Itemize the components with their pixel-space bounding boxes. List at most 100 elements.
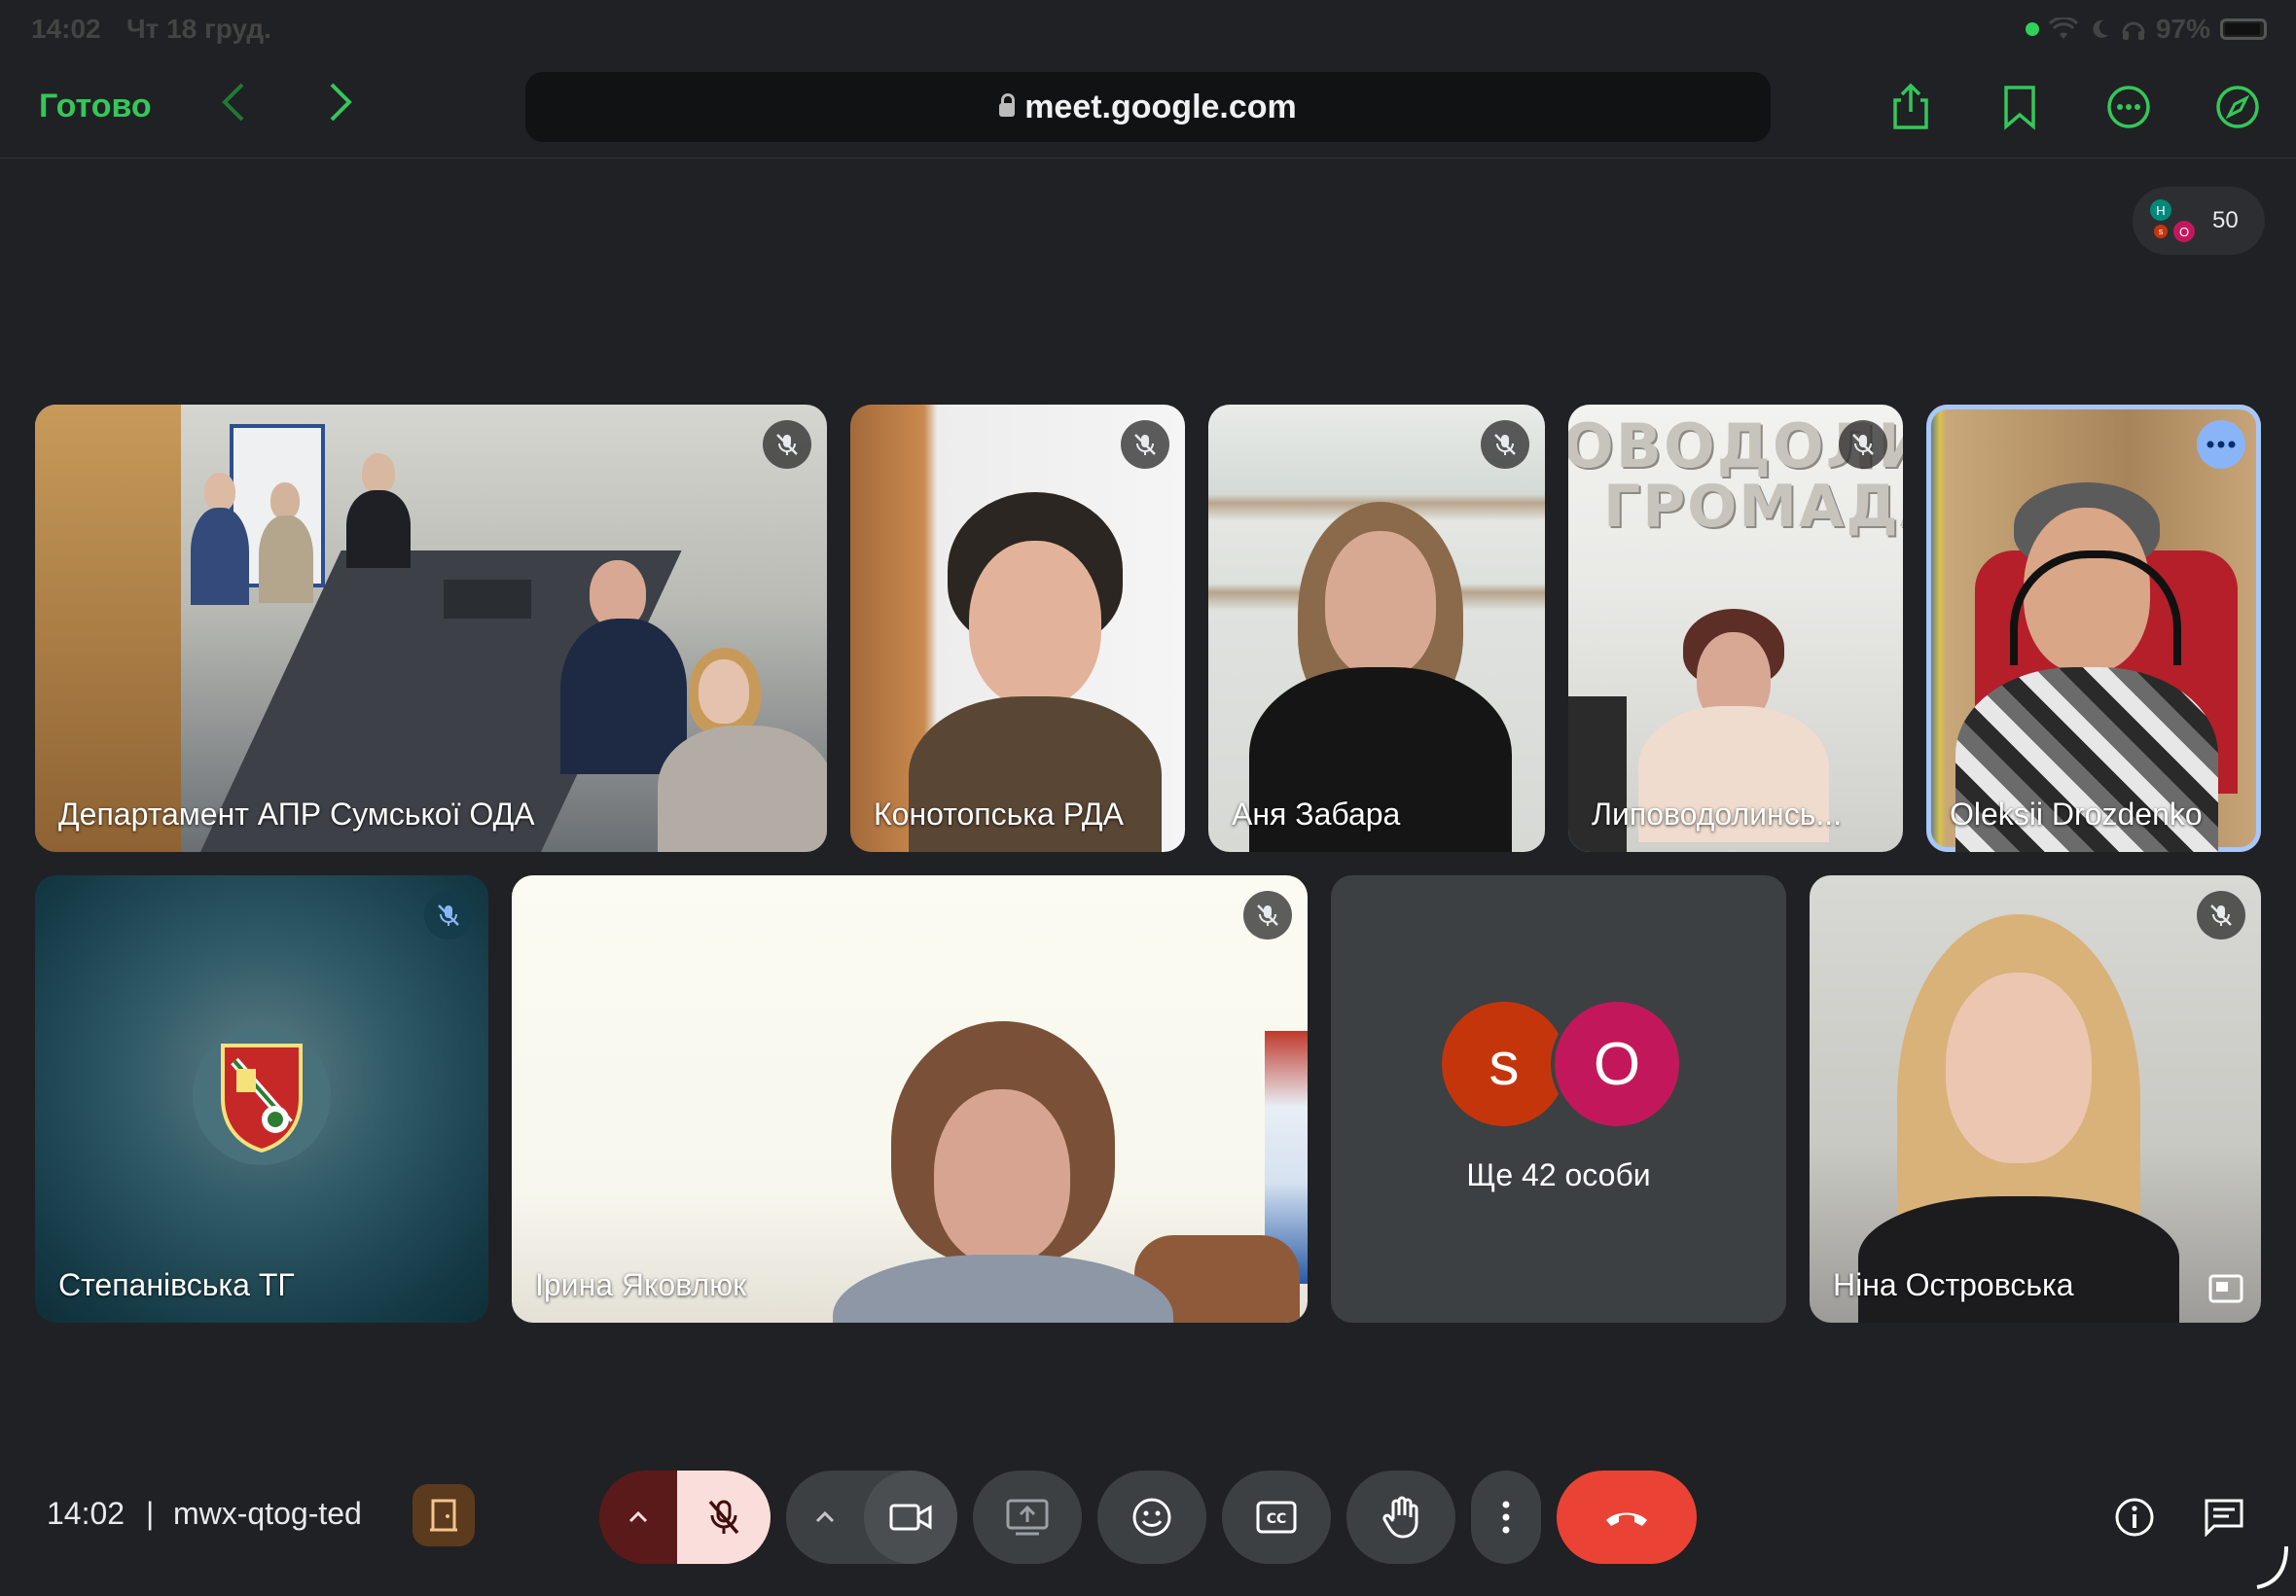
battery-icon xyxy=(2220,18,2267,40)
reactions-button[interactable] xyxy=(1097,1471,1206,1564)
meeting-time: 14:02 xyxy=(47,1496,126,1531)
chevron-up-icon xyxy=(815,1510,835,1523)
chair xyxy=(444,580,531,619)
lock-icon xyxy=(999,93,1016,117)
emoji-icon xyxy=(1132,1498,1171,1537)
mic-control-group xyxy=(599,1471,771,1564)
mic-off-icon xyxy=(2210,904,2232,926)
coat-of-arms-icon xyxy=(221,1044,303,1153)
others-count-label: Ще 42 особи xyxy=(1466,1157,1651,1192)
video-tile-konotopska[interactable]: Конотопська РДА xyxy=(850,405,1185,852)
mini-avatar: О xyxy=(2173,221,2195,242)
chat-button[interactable] xyxy=(2195,1488,2253,1546)
pip-button[interactable] xyxy=(2208,1274,2243,1303)
address-bar[interactable]: meet.google.com xyxy=(525,72,1771,142)
video-tile-oleksii-drozdenko[interactable]: Oleksii Drozdenko xyxy=(1926,405,2261,852)
corner-handle-icon xyxy=(2256,1545,2288,1589)
battery-percent: 97% xyxy=(2155,14,2210,44)
more-options-button[interactable] xyxy=(2101,80,2156,134)
video-tile-departament[interactable]: Департамент АПР Сумської ОДА xyxy=(35,405,827,852)
tile-name: Ніна Островська xyxy=(1833,1267,2074,1302)
picture-in-picture-icon xyxy=(2208,1274,2243,1303)
mic-off-badge xyxy=(763,420,811,469)
status-date: Чт 18 груд. xyxy=(126,14,271,44)
status-indicators: 97% xyxy=(2025,14,2267,45)
share-button[interactable] xyxy=(1883,80,1938,134)
status-bar: 14:02 Чт 18 груд. 97% xyxy=(0,0,2296,60)
info-icon xyxy=(2115,1498,2154,1537)
mic-off-icon xyxy=(708,1500,739,1535)
tile-name: Степанівська ТГ xyxy=(58,1267,295,1302)
present-screen-button[interactable] xyxy=(973,1471,1082,1564)
camera-options-button[interactable] xyxy=(786,1471,864,1564)
meeting-code: mwx-qtog-ted xyxy=(173,1496,362,1531)
divider: | xyxy=(146,1496,155,1531)
tile-name: Конотопська РДА xyxy=(874,797,1124,832)
mini-avatar: s xyxy=(2154,225,2168,238)
more-options-button[interactable] xyxy=(1471,1471,1541,1564)
avatar-s: s xyxy=(1442,1002,1566,1126)
mic-off-badge xyxy=(1121,420,1169,469)
meeting-details-button[interactable] xyxy=(2105,1488,2164,1546)
tile-more-button[interactable] xyxy=(2197,420,2245,469)
mic-off-icon xyxy=(438,904,459,926)
door-icon xyxy=(430,1499,457,1532)
camera-toggle-button[interactable] xyxy=(864,1471,957,1564)
headphones-icon xyxy=(2122,21,2145,40)
mic-options-button[interactable] xyxy=(599,1471,677,1564)
captions-button[interactable]: CC xyxy=(1222,1471,1331,1564)
raise-hand-button[interactable] xyxy=(1346,1471,1455,1564)
closed-captions-icon: CC xyxy=(1256,1501,1297,1534)
chevron-right-icon xyxy=(330,83,352,121)
hand-icon xyxy=(1382,1496,1418,1539)
url-text: meet.google.com xyxy=(1024,88,1297,125)
camera-control-group xyxy=(786,1471,957,1564)
leave-call-button[interactable] xyxy=(1557,1471,1697,1564)
status-time: 14:02 xyxy=(31,14,101,44)
compass-icon xyxy=(2216,86,2259,128)
mic-off-icon xyxy=(1134,434,1156,455)
bookmark-icon xyxy=(2004,86,2035,130)
forward-button[interactable] xyxy=(311,78,370,136)
breakout-button[interactable] xyxy=(413,1484,475,1546)
video-tile-anya-zabara[interactable]: Аня Забара xyxy=(1208,405,1545,852)
done-button[interactable]: Готово xyxy=(39,88,152,125)
video-tile-lypovodolynska[interactable]: ОВОДОЛИ ГРОМАДА Липоводолинсь... xyxy=(1568,405,1903,852)
wifi-icon xyxy=(2048,18,2078,39)
vertical-ellipsis-icon xyxy=(1502,1501,1510,1534)
video-tile-iryna-yakovliuk[interactable]: Ірина Яковлюк xyxy=(512,875,1308,1323)
video-tile-nina-ostrovska[interactable]: Ніна Островська xyxy=(1810,875,2261,1323)
resize-handle[interactable] xyxy=(2253,1543,2292,1591)
mic-off-badge xyxy=(2197,891,2245,940)
moon-icon xyxy=(2093,19,2108,38)
mic-toggle-button[interactable] xyxy=(677,1471,771,1564)
browser-toolbar: Готово meet.google.com xyxy=(0,60,2296,159)
chevron-left-icon xyxy=(222,83,244,121)
wall-sign-line2: ГРОМАДА xyxy=(1603,473,1903,541)
camera-active-dot xyxy=(2025,22,2039,36)
mini-avatar: Н xyxy=(2150,199,2171,221)
participants-button[interactable]: Н О s 50 xyxy=(2133,187,2265,255)
ellipsis-circle-icon xyxy=(2107,86,2150,128)
back-button[interactable] xyxy=(204,78,263,136)
bookmark-button[interactable] xyxy=(1992,80,2047,134)
meeting-controls-bar: 14:02 | mwx-qtog-ted CC xyxy=(0,1459,2296,1595)
svg-text:CC: CC xyxy=(1267,1511,1287,1527)
video-tile-stepanivska[interactable]: Степанівська ТГ xyxy=(35,875,488,1323)
present-icon xyxy=(1006,1499,1049,1536)
tile-others[interactable]: s O Ще 42 особи xyxy=(1331,875,1786,1323)
tile-name: Аня Забара xyxy=(1232,797,1401,832)
tile-name: Липоводолинсь... xyxy=(1592,797,1843,832)
mini-avatar-stack: Н О s xyxy=(2144,192,2203,250)
mic-off-badge xyxy=(1839,420,1887,469)
mic-off-icon xyxy=(1494,434,1516,455)
mic-off-badge xyxy=(1481,420,1529,469)
phone-hangup-icon xyxy=(1606,1512,1647,1526)
mic-off-badge xyxy=(1243,891,1292,940)
compass-button[interactable] xyxy=(2210,80,2265,134)
chevron-up-icon xyxy=(628,1510,648,1523)
participant-count: 50 xyxy=(2212,207,2239,233)
video-camera-icon xyxy=(889,1504,932,1531)
chat-icon xyxy=(2205,1499,2243,1537)
avatar-logo xyxy=(193,1027,331,1165)
